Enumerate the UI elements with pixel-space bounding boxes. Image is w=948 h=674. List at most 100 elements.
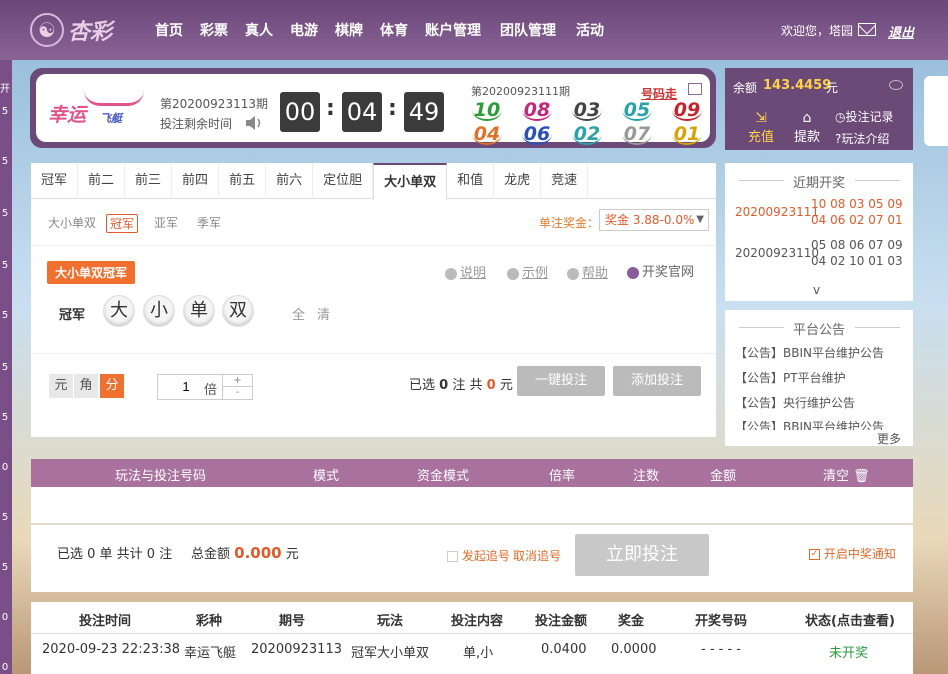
play-intro-link[interactable]: ?玩法介绍 <box>835 130 889 147</box>
hist-col-amount: 投注金额 <box>535 614 588 629</box>
history-row[interactable]: 2020-09-23 22:23:38 幸运飞艇 20200923113 冠军大… <box>31 634 913 674</box>
unit-yuan[interactable]: 元 <box>49 374 73 398</box>
multiplier-stepper: 倍 + - <box>157 374 253 400</box>
help-link[interactable]: 帮助 <box>567 262 608 281</box>
subtab-all[interactable]: 大小单双 <box>48 214 96 231</box>
hist-numbers: - - - - - <box>701 642 741 657</box>
bet-record-link[interactable]: ◷投注记录 <box>835 108 894 125</box>
announcement-item[interactable]: 【公告】BBIN平台维护公告 <box>735 344 884 361</box>
winning-ball: 03 <box>572 99 602 121</box>
nav-home[interactable]: 首页 <box>155 20 183 40</box>
option-small[interactable]: 小 <box>143 295 175 327</box>
play-intro-label: 玩法介绍 <box>841 132 890 146</box>
mail-icon[interactable] <box>858 23 876 36</box>
nav-activity[interactable]: 活动 <box>576 20 604 40</box>
strip-label: 0 <box>1 462 9 473</box>
tab-big-small-odd-even[interactable]: 大小单双 <box>373 163 448 200</box>
tab-sum[interactable]: 和值 <box>447 163 495 199</box>
announcement-item[interactable]: 【公告】央行维护公告 <box>735 394 855 411</box>
chase-checkbox[interactable]: 发起追号 <box>447 547 510 564</box>
play-tabs: 冠军 前二 前三 前四 前五 前六 定位胆 大小单双 和值 龙虎 竞速 <box>31 163 716 200</box>
expand-icon[interactable] <box>688 83 702 95</box>
selection-suffix: 元 <box>499 378 513 393</box>
strip-label: 5 <box>1 156 9 167</box>
chevron-down-icon[interactable]: v <box>813 283 820 297</box>
strip-label: 0 <box>1 662 9 673</box>
hist-time: 2020-09-23 22:23:38 <box>42 642 181 657</box>
play-type-badge: 大小单双冠军 <box>47 261 136 284</box>
winning-ball: 02 <box>572 123 602 145</box>
official-icon <box>627 266 639 279</box>
announcement-item[interactable]: 【公告】PT平台维护 <box>735 369 846 386</box>
cart-clear-button[interactable]: 清空 🗑 <box>823 465 870 484</box>
unit-fen[interactable]: 分 <box>100 374 124 398</box>
title-line <box>855 327 900 328</box>
left-sidebar-strip: 开 5 5 5 5 5 5 5 0 5 5 0 0 <box>0 60 12 674</box>
official-label: 开奖官网 <box>642 265 695 280</box>
win-notify-checkbox[interactable]: ✓ 开启中奖通知 <box>809 545 896 562</box>
site-logo[interactable]: ☯ 杏彩 <box>30 12 130 48</box>
bet-record-label: 投注记录 <box>845 110 894 124</box>
total-label: 总金额 <box>191 547 231 562</box>
nav-live[interactable]: 真人 <box>245 20 273 40</box>
subtab-third[interactable]: 季军 <box>197 214 221 231</box>
option-even[interactable]: 双 <box>222 295 254 327</box>
countdown-seconds: 49 <box>404 92 444 132</box>
cart-col-count: 注数 <box>633 469 660 484</box>
withdraw-button[interactable]: ⌂ 提款 <box>787 110 827 145</box>
tab-top4[interactable]: 前四 <box>172 163 220 199</box>
tab-top6[interactable]: 前六 <box>266 163 314 199</box>
unit-jiao[interactable]: 角 <box>74 374 98 398</box>
add-bet-button[interactable]: 添加投注 <box>613 366 701 396</box>
nav-sports[interactable]: 体育 <box>380 20 408 40</box>
official-site-link[interactable]: 开奖官网 <box>627 261 694 280</box>
balance-card: 余额 143.4459 元 ⇲ 充值 ⌂ 提款 ◷投注记录 ?玩法介绍 <box>725 68 913 150</box>
winning-ball: 09 <box>672 99 702 121</box>
explain-link[interactable]: 说明 <box>445 262 486 281</box>
recharge-label: 充值 <box>747 130 774 145</box>
tab-top3[interactable]: 前三 <box>125 163 173 199</box>
example-link[interactable]: 示例 <box>507 262 548 281</box>
withdraw-label: 提款 <box>793 130 820 145</box>
nav-egame[interactable]: 电游 <box>290 20 318 40</box>
option-big[interactable]: 大 <box>103 295 135 327</box>
countdown-hours: 00 <box>280 92 320 132</box>
nav-lottery[interactable]: 彩票 <box>200 20 228 40</box>
hist-play: 冠军大小单双 <box>351 646 430 661</box>
nav-team[interactable]: 团队管理 <box>500 20 556 40</box>
subtab-champion[interactable]: 冠军 <box>106 214 139 233</box>
increment-button[interactable]: + <box>222 375 252 387</box>
decrement-button[interactable]: - <box>222 387 252 399</box>
chevron-down-icon: ▼ <box>696 214 704 225</box>
countdown-colon: : <box>388 96 397 121</box>
one-click-bet-button[interactable]: 一键投注 <box>517 366 605 396</box>
hist-status[interactable]: 未开奖 <box>829 642 868 661</box>
tab-dragon-tiger[interactable]: 龙虎 <box>494 163 542 199</box>
bet-now-button[interactable]: 立即投注 <box>575 534 709 576</box>
speaker-icon[interactable] <box>244 114 264 132</box>
tab-top2[interactable]: 前二 <box>78 163 126 199</box>
nav-chess[interactable]: 棋牌 <box>335 20 363 40</box>
hide-balance-icon[interactable] <box>889 80 903 90</box>
select-all-button[interactable]: 全 <box>292 304 305 323</box>
prize-select[interactable]: 奖金 3.88-0.0% ▼ <box>599 209 709 231</box>
right-ad-banner[interactable] <box>924 76 948 146</box>
tab-top5[interactable]: 前五 <box>219 163 267 199</box>
announcements-title: 平台公告 <box>792 323 845 338</box>
logout-link[interactable]: 退出 <box>888 22 914 41</box>
option-odd[interactable]: 单 <box>183 295 215 327</box>
more-link[interactable]: 更多 <box>877 430 901 447</box>
nav-account[interactable]: 账户管理 <box>425 20 481 40</box>
clear-button[interactable]: 清 <box>317 304 330 323</box>
total-unit: 元 <box>285 547 299 562</box>
subtab-runner-up[interactable]: 亚军 <box>154 214 178 231</box>
announcement-item[interactable]: 【公告】BBIN平台维护公告 <box>735 418 884 430</box>
tab-position[interactable]: 定位胆 <box>313 163 374 199</box>
hist-col-play: 玩法 <box>377 614 404 629</box>
recharge-button[interactable]: ⇲ 充值 <box>741 110 781 145</box>
balance-unit: 元 <box>826 81 839 95</box>
announcements-card: 平台公告 【公告】BBIN平台维护公告 【公告】PT平台维护 【公告】央行维护公… <box>725 310 913 446</box>
tab-race[interactable]: 竞速 <box>541 163 589 199</box>
cancel-chase-link[interactable]: 取消追号 <box>513 547 561 564</box>
tab-champion[interactable]: 冠军 <box>31 163 79 199</box>
